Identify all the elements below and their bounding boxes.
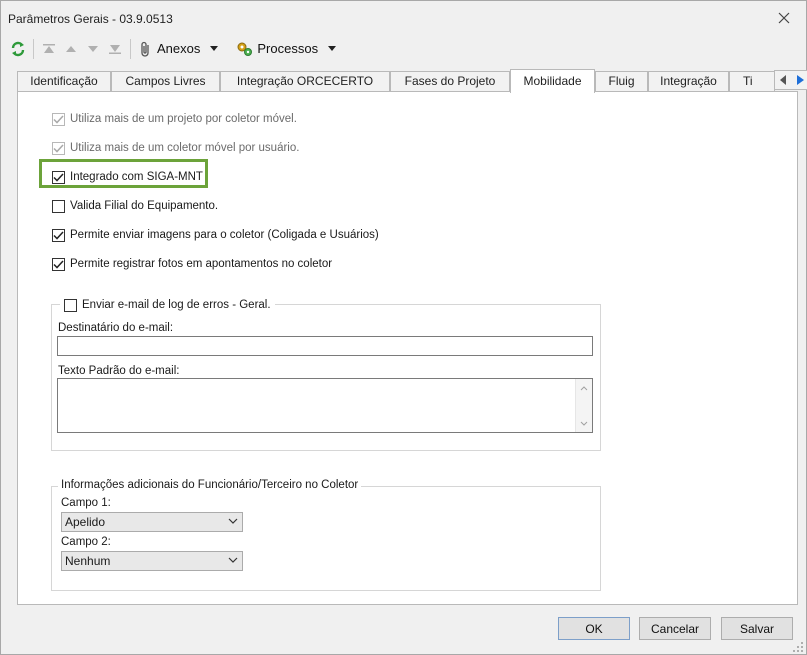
- tab-campos-livres[interactable]: Campos Livres: [111, 71, 220, 92]
- option-multi-coletor[interactable]: Utiliza mais de um coletor móvel por usu…: [52, 140, 299, 156]
- email-log-legend: Enviar e-mail de log de erros - Geral.: [82, 299, 271, 311]
- chevron-down-icon: [580, 421, 588, 426]
- cancel-button[interactable]: Cancelar: [639, 617, 711, 640]
- anexos-button[interactable]: Anexos: [135, 38, 222, 60]
- option-integrado-siga-mnt[interactable]: Integrado com SIGA-MNT: [52, 169, 203, 185]
- option-multi-projeto[interactable]: Utiliza mais de um projeto por coletor m…: [52, 111, 297, 127]
- option-registrar-fotos[interactable]: Permite registrar fotos em apontamentos …: [52, 256, 332, 272]
- checkbox-label: Valida Filial do Equipamento.: [70, 200, 219, 212]
- campo2-value: Nenhum: [65, 554, 111, 568]
- dialog-window: Parâmetros Gerais - 03.9.0513 Anexos Pro…: [0, 0, 807, 655]
- checkmark-icon: [53, 143, 64, 153]
- title-bar: Parâmetros Gerais - 03.9.0513: [1, 1, 806, 35]
- option-enviar-imagens[interactable]: Permite enviar imagens para o coletor (C…: [52, 227, 379, 243]
- extra-info-group: [51, 486, 601, 591]
- chevron-down-icon: [228, 518, 238, 524]
- checkbox-label: Integrado com SIGA-MNT: [70, 171, 203, 183]
- checkbox[interactable]: [52, 228, 65, 242]
- campo2-label: Campo 2:: [61, 536, 111, 548]
- chevron-up-icon: [580, 385, 588, 390]
- tab-integracao[interactable]: Integração: [648, 71, 729, 92]
- tab-fluig[interactable]: Fluig: [595, 71, 648, 92]
- last-record-button[interactable]: [104, 38, 126, 60]
- arrow-up-icon: [66, 45, 76, 52]
- toolbar-separator: [130, 38, 131, 59]
- tab-scroll-right-button[interactable]: [797, 75, 804, 85]
- tab-scroll-buttons: [774, 70, 807, 90]
- toolbar: Anexos Processos: [7, 35, 800, 62]
- arrow-down-icon: [88, 45, 98, 52]
- tab-scroll-left-button[interactable]: [780, 75, 787, 85]
- checkbox[interactable]: [52, 257, 65, 271]
- checkmark-icon: [53, 172, 64, 182]
- chevron-down-icon: [210, 46, 219, 51]
- checkbox[interactable]: [52, 112, 65, 126]
- checkmark-icon: [53, 230, 64, 240]
- tab-strip: Identificação Campos Livres Integração O…: [17, 69, 807, 93]
- recipient-email-input[interactable]: [57, 336, 593, 356]
- campo1-label: Campo 1:: [61, 497, 111, 509]
- next-record-button[interactable]: [82, 38, 104, 60]
- checkbox-label: Utiliza mais de um projeto por coletor m…: [70, 113, 297, 125]
- first-record-icon: [43, 43, 55, 53]
- first-record-button[interactable]: [38, 38, 60, 60]
- textarea-scrollbar[interactable]: [575, 379, 592, 432]
- paperclip-icon: [141, 41, 149, 57]
- checkmark-icon: [53, 114, 64, 124]
- close-button[interactable]: [774, 8, 794, 28]
- previous-record-button[interactable]: [60, 38, 82, 60]
- recipient-label: Destinatário do e-mail:: [58, 322, 174, 334]
- campo1-select[interactable]: Apelido: [61, 512, 243, 532]
- extra-info-legend: Informações adicionais do Funcionário/Te…: [58, 479, 362, 491]
- tab-ti[interactable]: Ti: [729, 71, 775, 92]
- email-body-textarea[interactable]: [57, 378, 593, 433]
- processos-button[interactable]: Processos: [232, 38, 340, 60]
- refresh-button[interactable]: [7, 38, 29, 60]
- tab-panel-mobilidade: Utiliza mais de um projeto por coletor m…: [17, 91, 798, 605]
- close-icon: [778, 12, 790, 24]
- chevron-down-icon: [228, 557, 238, 563]
- arrow-left-icon: [780, 75, 786, 85]
- refresh-icon: [11, 41, 25, 56]
- tab-fases-do-projeto[interactable]: Fases do Projeto: [390, 71, 510, 92]
- window-title: Parâmetros Gerais - 03.9.0513: [8, 12, 173, 26]
- save-button[interactable]: Salvar: [721, 617, 793, 640]
- processos-label: Processos: [257, 41, 319, 56]
- campo2-select[interactable]: Nenhum: [61, 551, 243, 571]
- email-log-toggle[interactable]: Enviar e-mail de log de erros - Geral.: [60, 297, 275, 313]
- tab-mobilidade[interactable]: Mobilidade: [510, 69, 595, 93]
- scroll-up-button[interactable]: [576, 380, 592, 396]
- scroll-down-button[interactable]: [576, 415, 592, 431]
- checkbox-label: Utiliza mais de um coletor móvel por usu…: [70, 142, 300, 154]
- anexos-label: Anexos: [157, 41, 201, 56]
- campo1-value: Apelido: [65, 515, 106, 529]
- chevron-down-icon: [328, 46, 337, 51]
- tab-integracao-orcecerto[interactable]: Integração ORCECERTO: [220, 71, 390, 92]
- gears-icon: [237, 42, 253, 56]
- toolbar-separator: [33, 38, 34, 59]
- last-record-icon: [109, 44, 121, 54]
- checkbox-label: Permite enviar imagens para o coletor (C…: [70, 229, 379, 241]
- resize-grip-icon[interactable]: [792, 641, 804, 653]
- checkbox[interactable]: [64, 298, 77, 312]
- ok-button[interactable]: OK: [558, 617, 630, 640]
- checkbox[interactable]: [52, 199, 65, 213]
- email-body-label: Texto Padrão do e-mail:: [58, 365, 180, 377]
- tab-identificacao[interactable]: Identificação: [17, 71, 111, 92]
- checkbox[interactable]: [52, 141, 65, 155]
- option-valida-filial[interactable]: Valida Filial do Equipamento.: [52, 198, 218, 214]
- checkbox-label: Permite registrar fotos em apontamentos …: [70, 258, 333, 270]
- checkmark-icon: [53, 259, 64, 269]
- checkbox[interactable]: [52, 170, 65, 184]
- arrow-right-icon: [797, 75, 804, 85]
